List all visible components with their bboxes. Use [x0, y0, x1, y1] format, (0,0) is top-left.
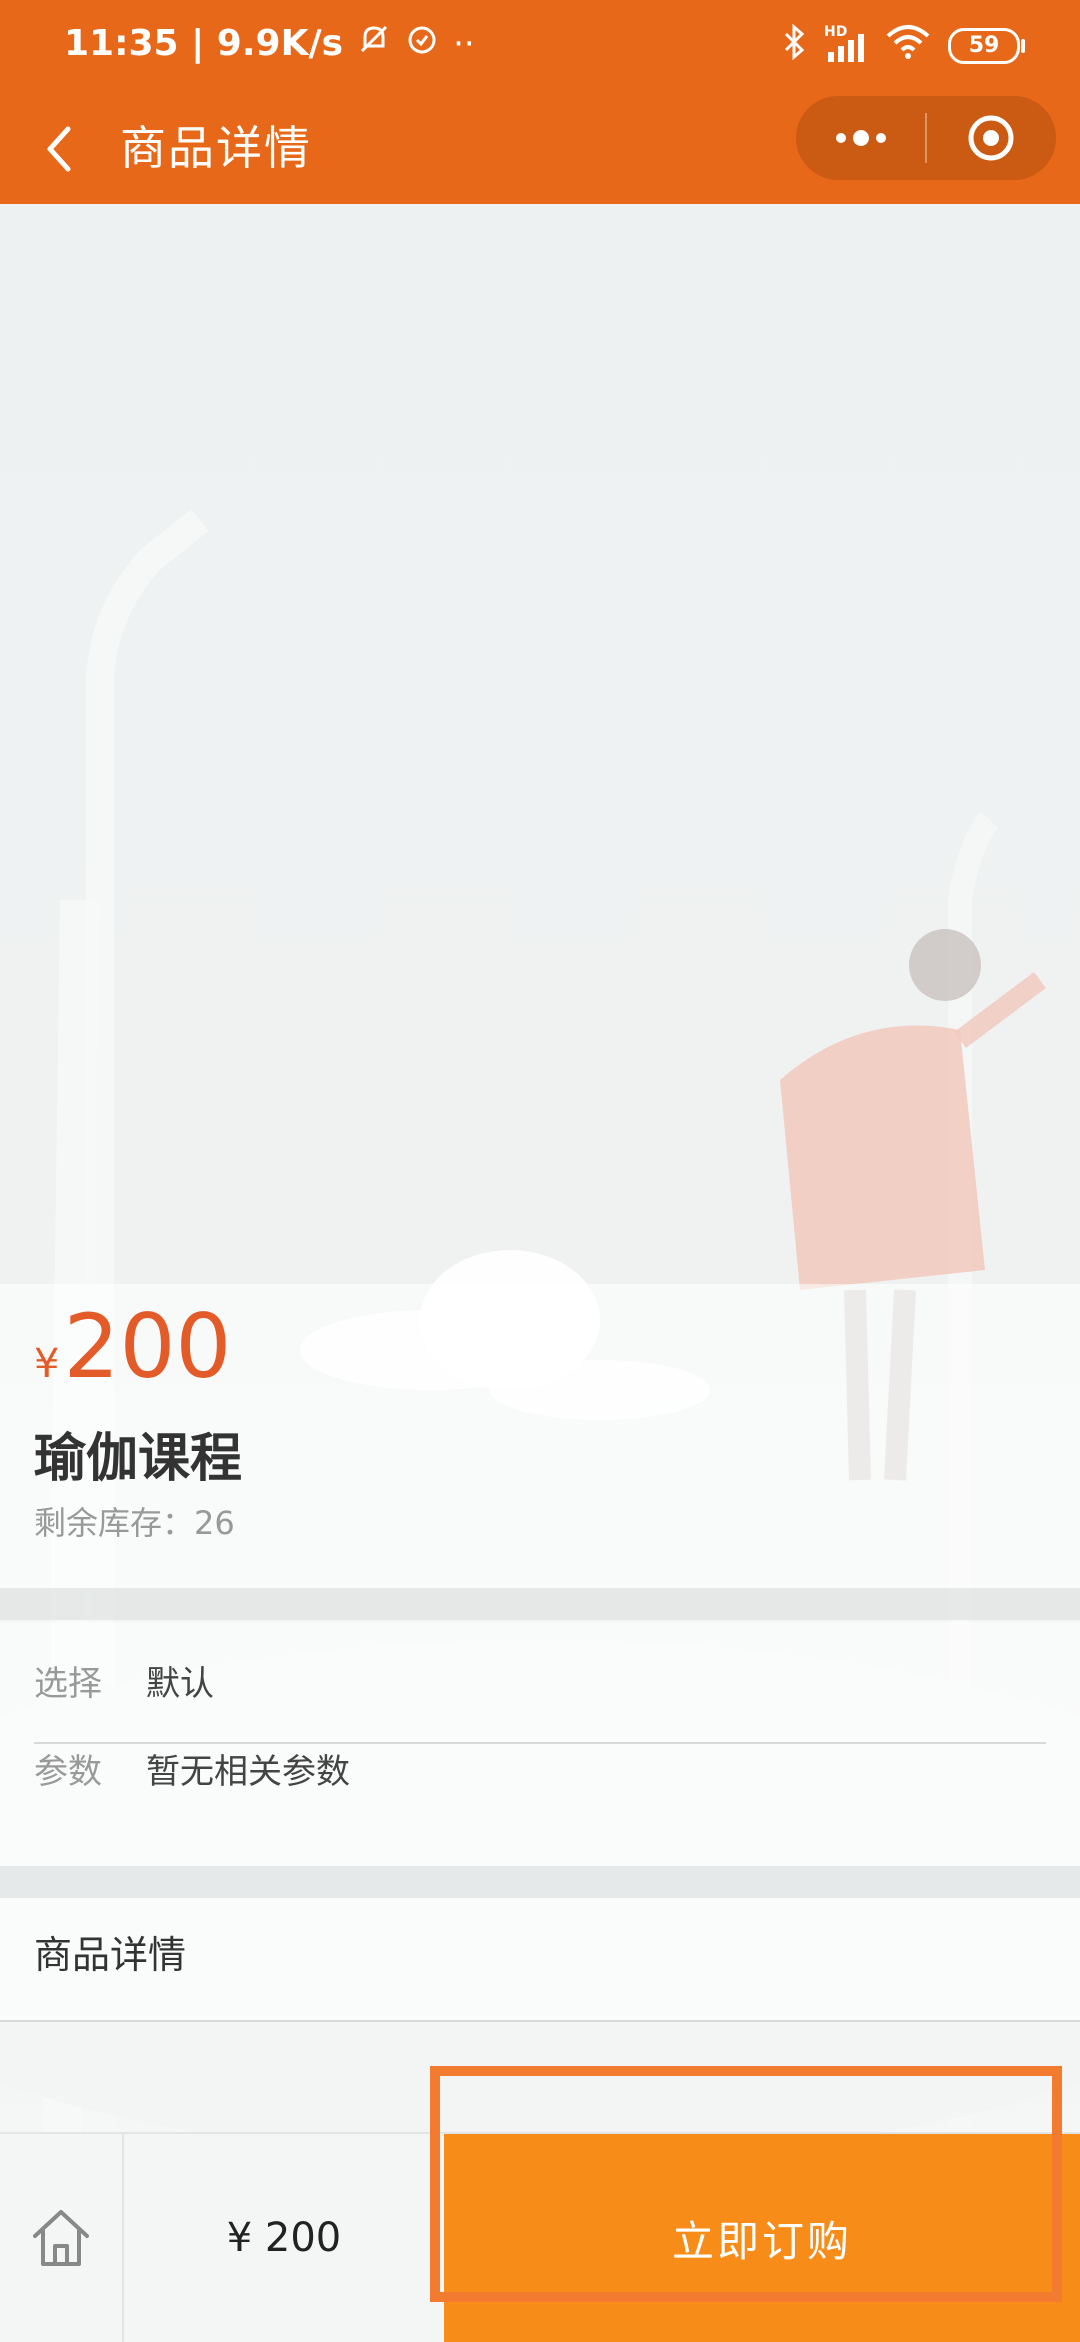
stock-info: 剩余库存：26	[34, 1498, 235, 1544]
spec-value: 默认	[146, 1663, 214, 1704]
status-time-speed: 11:35 | 9.9K/s	[64, 23, 344, 64]
status-overflow-dots: ··	[453, 23, 475, 64]
section-divider	[0, 1866, 1080, 1898]
product-name: 瑜伽课程	[34, 1429, 243, 1489]
spec-section: 选择 默认 参数 暂无相关参数	[0, 1622, 1080, 1866]
bottom-action-bar: ¥ 200 立即订购	[0, 2132, 1080, 2342]
stock-label: 剩余库存：	[34, 1504, 195, 1542]
order-now-button[interactable]: 立即订购	[444, 2134, 1080, 2342]
mute-bell-icon	[357, 22, 391, 65]
nav-bar: 商品详情	[0, 96, 1080, 204]
spec-row-params[interactable]: 参数 暂无相关参数	[34, 1724, 1046, 1812]
section-divider	[0, 1588, 1080, 1620]
spec-row-select[interactable]: 选择 默认	[34, 1636, 1046, 1724]
detail-section: 商品详情	[0, 1898, 1080, 2022]
status-left: 11:35 | 9.9K/s ··	[64, 22, 475, 65]
more-dots-icon	[835, 130, 886, 146]
spec-value: 暂无相关参数	[146, 1751, 350, 1792]
bluetooth-icon	[782, 23, 806, 68]
page-title: 商品详情	[120, 121, 312, 175]
back-button[interactable]	[34, 114, 84, 184]
target-circle-icon	[968, 115, 1014, 161]
wifi-icon	[886, 24, 930, 68]
detail-divider	[0, 2020, 1080, 2022]
home-icon	[33, 2210, 89, 2266]
miniprogram-capsule	[796, 96, 1056, 180]
product-summary: ¥ 200 瑜伽课程 剩余库存：26	[0, 1284, 1080, 1588]
product-price: ¥ 200	[34, 1292, 231, 1402]
spec-key: 选择	[34, 1663, 102, 1704]
chevron-left-icon	[47, 126, 71, 172]
top-header: 11:35 | 9.9K/s ·· HD 59 商品详情	[0, 0, 1080, 204]
price-currency: ¥	[34, 1341, 60, 1387]
signal-icon: HD	[824, 24, 868, 64]
status-right: HD 59	[782, 23, 1025, 68]
close-miniprogram-button[interactable]	[927, 96, 1056, 180]
bottom-price: ¥ 200	[226, 2215, 342, 2261]
spec-key: 参数	[34, 1751, 102, 1792]
status-bar: 11:35 | 9.9K/s ·· HD 59	[0, 0, 1080, 96]
home-button[interactable]	[0, 2134, 124, 2342]
alarm-clock-icon	[405, 22, 439, 65]
stock-value: 26	[194, 1504, 235, 1542]
detail-title: 商品详情	[34, 1933, 187, 1977]
more-button[interactable]	[796, 96, 925, 180]
battery-icon: 59	[948, 28, 1025, 64]
price-value: 200	[63, 1295, 232, 1398]
